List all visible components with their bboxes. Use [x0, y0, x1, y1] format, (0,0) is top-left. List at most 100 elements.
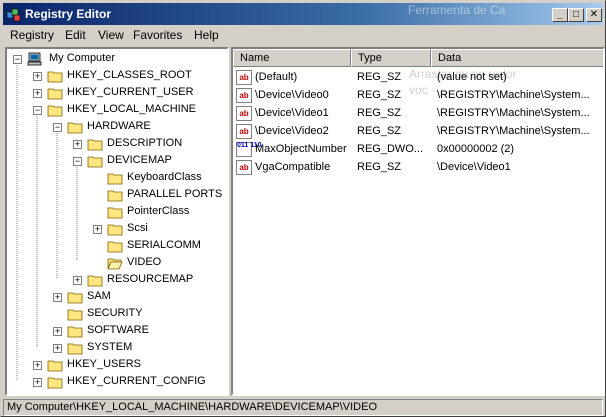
- tree-node-hkey-classes-root[interactable]: + HKEY_CLASSES_ROOT: [9, 68, 227, 85]
- values-list-pane[interactable]: Name Type Data Arrastar ou ao redor voc …: [231, 47, 605, 396]
- tree-node-hkey-users[interactable]: + HKEY_USERS: [9, 357, 227, 374]
- value-name: VgaCompatible: [255, 161, 331, 173]
- computer-icon: [27, 52, 42, 66]
- menu-edit[interactable]: Edit: [65, 28, 86, 42]
- folder-icon: [47, 105, 63, 117]
- registry-tree-pane[interactable]: − My Computer + HKEY_CLASSES_ROOT + HKEY…: [5, 47, 229, 396]
- string-value-icon: ab: [236, 106, 252, 121]
- menu-view[interactable]: View: [98, 28, 124, 42]
- folder-icon: [107, 173, 123, 185]
- tree-node-keyboardclass[interactable]: KeyboardClass: [9, 170, 227, 187]
- expand-toggle[interactable]: +: [53, 344, 62, 353]
- value-row[interactable]: ab \Device\Video2 REG_SZ \REGISTRY\Machi…: [233, 123, 603, 141]
- collapse-toggle[interactable]: −: [13, 55, 22, 64]
- collapse-toggle[interactable]: −: [73, 157, 82, 166]
- folder-icon: [67, 326, 83, 338]
- tree-node-hardware[interactable]: − HARDWARE: [9, 119, 227, 136]
- folder-icon: [47, 88, 63, 100]
- background-ghost-text: Ferramenta de Ca: [408, 3, 506, 17]
- collapse-toggle[interactable]: −: [53, 123, 62, 132]
- status-bar: My Computer\HKEY_LOCAL_MACHINE\HARDWARE\…: [3, 399, 603, 416]
- column-header-name[interactable]: Name: [233, 49, 351, 67]
- tree-node-label: SYSTEM: [87, 341, 133, 353]
- folder-icon: [67, 122, 83, 134]
- value-type: REG_SZ: [357, 71, 402, 83]
- folder-icon: [67, 343, 83, 355]
- tree-node-label: Scsi: [127, 222, 148, 234]
- menu-help[interactable]: Help: [194, 28, 219, 42]
- tree-node-label: PARALLEL PORTS: [127, 188, 223, 200]
- close-button[interactable]: ✕: [586, 8, 602, 22]
- value-row[interactable]: ab (Default) REG_SZ (value not set): [233, 69, 603, 87]
- folder-icon: [67, 292, 83, 304]
- title-bar[interactable]: Registry Editor Ferramenta de Ca _ □ ✕: [3, 3, 603, 25]
- window-title: Registry Editor: [25, 7, 112, 21]
- tree-node-resourcemap[interactable]: + RESOURCEMAP: [9, 272, 227, 289]
- value-data: 0x00000002 (2): [437, 143, 515, 155]
- folder-icon: [47, 71, 63, 83]
- folder-icon: [107, 224, 123, 236]
- tree-node-label: HKEY_USERS: [67, 358, 141, 370]
- menu-registry[interactable]: Registry: [10, 28, 54, 42]
- menu-favorites[interactable]: Favorites: [133, 28, 182, 42]
- value-data: (value not set): [437, 71, 507, 83]
- expand-toggle[interactable]: +: [53, 327, 62, 336]
- expand-toggle[interactable]: +: [33, 89, 42, 98]
- folder-icon: [107, 190, 123, 202]
- expand-toggle[interactable]: +: [33, 72, 42, 81]
- value-name: \Device\Video2: [255, 125, 329, 137]
- value-name: \Device\Video0: [255, 89, 329, 101]
- expand-toggle[interactable]: +: [73, 276, 82, 285]
- tree-node-pointerclass[interactable]: PointerClass: [9, 204, 227, 221]
- expand-toggle[interactable]: +: [33, 361, 42, 370]
- tree-node-hkey-current-user[interactable]: + HKEY_CURRENT_USER: [9, 85, 227, 102]
- minimize-button[interactable]: _: [552, 8, 568, 22]
- tree-node-label: SOFTWARE: [87, 324, 149, 336]
- value-data: \Device\Video1: [437, 161, 511, 173]
- tree-node-parallel-ports[interactable]: PARALLEL PORTS: [9, 187, 227, 204]
- expand-toggle[interactable]: +: [33, 378, 42, 387]
- tree-node-serialcomm[interactable]: SERIALCOMM: [9, 238, 227, 255]
- tree-node-video[interactable]: VIDEO: [9, 255, 227, 272]
- folder-icon: [87, 156, 103, 168]
- collapse-toggle[interactable]: −: [33, 106, 42, 115]
- expand-toggle[interactable]: +: [73, 140, 82, 149]
- value-name: MaxObjectNumber: [255, 143, 347, 155]
- value-data: \REGISTRY\Machine\System...: [437, 125, 590, 137]
- tree-node-label: VIDEO: [127, 256, 162, 268]
- tree-node-scsi[interactable]: + Scsi: [9, 221, 227, 238]
- column-header-type[interactable]: Type: [351, 49, 431, 67]
- tree-node-software[interactable]: + SOFTWARE: [9, 323, 227, 340]
- value-row[interactable]: ab \Device\Video1 REG_SZ \REGISTRY\Machi…: [233, 105, 603, 123]
- registry-editor-icon: [6, 8, 21, 22]
- tree-node-my-computer[interactable]: − My Computer: [9, 51, 227, 68]
- folder-icon: [47, 377, 63, 389]
- menu-bar: Registry Edit View Favorites Help: [3, 26, 603, 45]
- value-row[interactable]: ab VgaCompatible REG_SZ \Device\Video1: [233, 159, 603, 177]
- value-type: REG_SZ: [357, 89, 402, 101]
- tree-node-label: SECURITY: [87, 307, 143, 319]
- folder-icon: [107, 241, 123, 253]
- expand-toggle[interactable]: +: [53, 293, 62, 302]
- tree-node-label: HKEY_CLASSES_ROOT: [67, 69, 192, 81]
- tree-node-sam[interactable]: + SAM: [9, 289, 227, 306]
- value-row[interactable]: 011 110 MaxObjectNumber REG_DWO... 0x000…: [233, 141, 603, 159]
- tree-node-label: RESOURCEMAP: [107, 273, 194, 285]
- string-value-icon: ab: [236, 160, 252, 175]
- tree-node-hkey-local-machine[interactable]: − HKEY_LOCAL_MACHINE: [9, 102, 227, 119]
- tree-node-label: DEVICEMAP: [107, 154, 172, 166]
- maximize-button[interactable]: □: [568, 8, 584, 22]
- folder-icon: [67, 309, 83, 321]
- tree-node-system[interactable]: + SYSTEM: [9, 340, 227, 357]
- tree-node-devicemap[interactable]: − DEVICEMAP: [9, 153, 227, 170]
- value-row[interactable]: ab \Device\Video0 REG_SZ \REGISTRY\Machi…: [233, 87, 603, 105]
- tree-node-label: DESCRIPTION: [107, 137, 183, 149]
- tree-node-hkey-current-config[interactable]: + HKEY_CURRENT_CONFIG: [9, 374, 227, 391]
- tree-node-label: SAM: [87, 290, 111, 302]
- value-type: REG_DWO...: [357, 143, 424, 155]
- column-header-data[interactable]: Data: [431, 49, 603, 67]
- tree-node-security[interactable]: SECURITY: [9, 306, 227, 323]
- value-name: \Device\Video1: [255, 107, 329, 119]
- tree-node-description[interactable]: + DESCRIPTION: [9, 136, 227, 153]
- expand-toggle[interactable]: +: [93, 225, 102, 234]
